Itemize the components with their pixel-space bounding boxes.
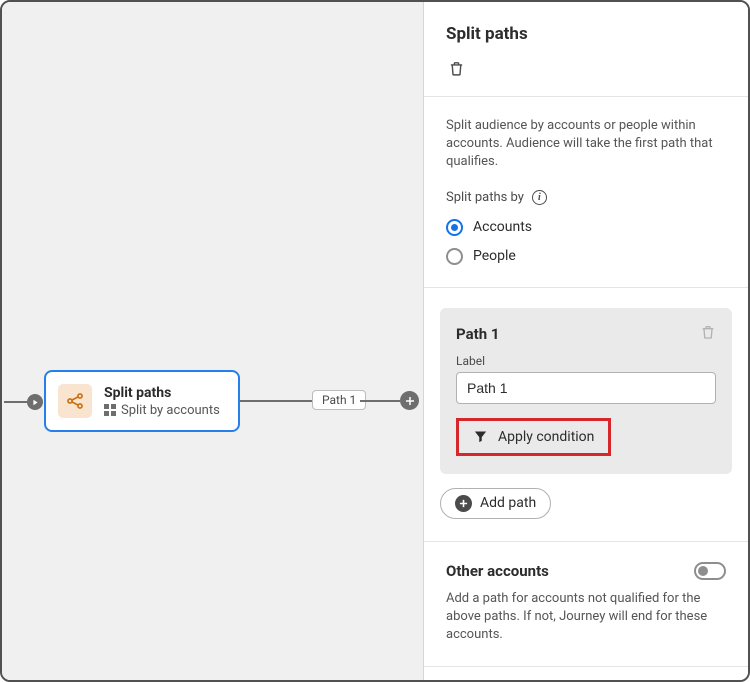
- add-node-port[interactable]: [400, 391, 419, 410]
- other-accounts-description: Add a path for accounts not qualified fo…: [446, 590, 726, 645]
- radio-people[interactable]: People: [446, 248, 726, 265]
- accounts-icon: [104, 404, 116, 416]
- path-label-input[interactable]: [456, 372, 716, 404]
- entry-port[interactable]: [27, 394, 43, 410]
- edge-label[interactable]: Path 1: [312, 390, 366, 410]
- properties-panel: Split paths Split audience by accounts o…: [423, 2, 748, 680]
- split-paths-node[interactable]: Split paths Split by accounts: [44, 370, 240, 432]
- other-accounts-section: Other accounts Add a path for accounts n…: [424, 542, 748, 668]
- panel-title: Split paths: [446, 24, 726, 44]
- add-path-button[interactable]: Add path: [440, 488, 551, 519]
- edge-line-after: [360, 400, 400, 402]
- filter-icon: [473, 429, 488, 444]
- add-path-label: Add path: [480, 495, 536, 511]
- other-accounts-title: Other accounts: [446, 562, 549, 580]
- share-icon: [58, 384, 92, 418]
- journey-canvas[interactable]: Split paths Split by accounts Path 1: [2, 2, 423, 680]
- apply-condition-button[interactable]: Apply condition: [456, 418, 611, 456]
- radio-input-accounts[interactable]: [446, 219, 463, 236]
- path-card: Path 1 Label Apply condition: [440, 308, 732, 474]
- radio-accounts[interactable]: Accounts: [446, 219, 726, 236]
- apply-condition-label: Apply condition: [498, 429, 594, 445]
- trash-icon: [448, 60, 465, 77]
- toggle-knob: [698, 566, 708, 576]
- edge-line-out: [240, 400, 313, 402]
- delete-node-button[interactable]: [446, 58, 466, 78]
- radio-label-accounts: Accounts: [473, 219, 532, 235]
- trash-icon: [700, 324, 716, 340]
- app-root: Split paths Split by accounts Path 1 Spl…: [0, 0, 750, 682]
- radio-input-people[interactable]: [446, 248, 463, 265]
- node-title: Split paths: [104, 385, 220, 401]
- edge-line-in: [4, 401, 28, 403]
- radio-label-people: People: [473, 248, 516, 264]
- plus-icon: [455, 495, 472, 512]
- path-label-field-label: Label: [456, 354, 716, 368]
- split-by-label: Split paths by: [446, 190, 524, 205]
- info-icon[interactable]: i: [532, 190, 547, 205]
- other-accounts-toggle[interactable]: [694, 562, 726, 580]
- node-subtitle: Split by accounts: [121, 403, 220, 418]
- delete-path-button[interactable]: [700, 324, 716, 344]
- path-title: Path 1: [456, 325, 499, 343]
- panel-description: Split audience by accounts or people wit…: [424, 97, 748, 172]
